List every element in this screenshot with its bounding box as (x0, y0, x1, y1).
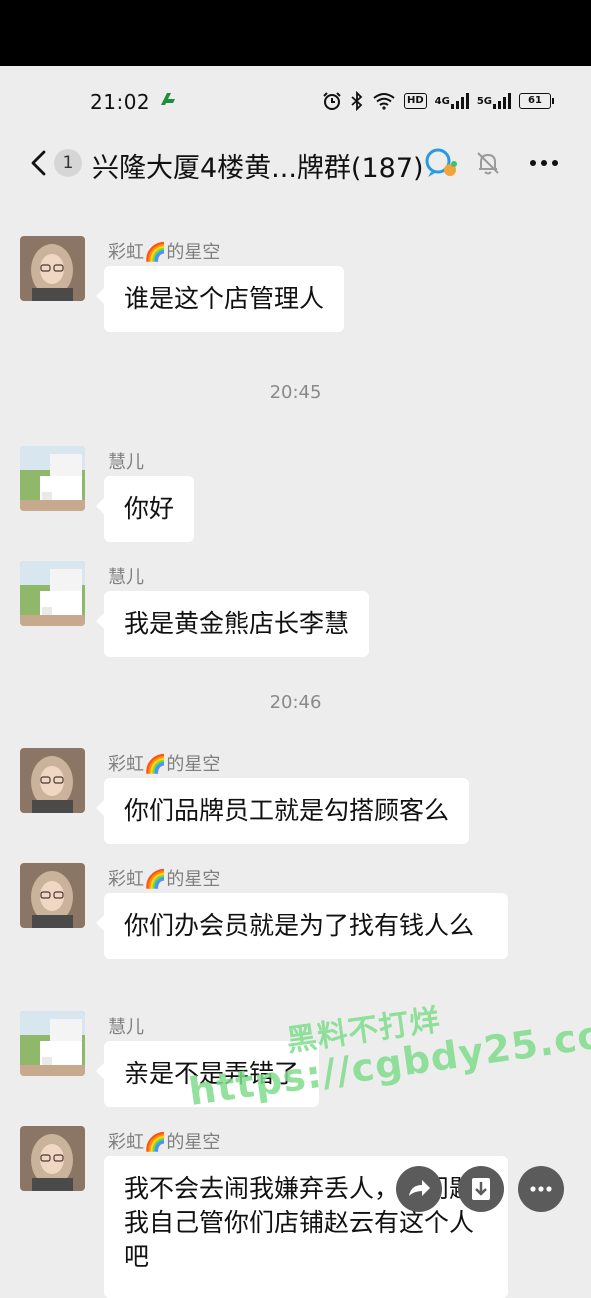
download-icon (472, 1178, 490, 1200)
message-text: 我是黄金熊店长李慧 (124, 609, 350, 638)
avatar[interactable] (20, 1011, 85, 1076)
message-bubble[interactable]: 我不会去闹我嫌弃丢人，老问题我自己管你们店铺赵云有这个人吧 (104, 1156, 508, 1298)
share-button[interactable] (396, 1166, 442, 1212)
avatar[interactable] (20, 1126, 85, 1191)
message-bubble[interactable]: 你们品牌员工就是勾搭顾客么 (95, 778, 470, 844)
battery-icon: 61 (519, 90, 554, 112)
message-bubble[interactable]: 亲是不是弄错了 (95, 1041, 320, 1107)
share-icon (409, 1180, 430, 1196)
avatar[interactable] (20, 748, 85, 813)
download-button[interactable] (458, 1166, 504, 1212)
sender-name: 彩虹🌈的星空 (108, 1132, 221, 1153)
status-time: 21:02 (90, 90, 151, 114)
top-black-bar (0, 0, 591, 66)
bluetooth-icon (350, 90, 364, 112)
hd-badge: HD (403, 93, 427, 109)
network-4g-label: 4G (434, 95, 450, 107)
signal-4g-icon: 4G (435, 90, 469, 112)
more-actions-button[interactable] (518, 1166, 564, 1212)
message-text: 你们办会员就是为了找有钱人么 (124, 911, 475, 940)
avatar[interactable] (20, 236, 85, 301)
alarm-icon (322, 90, 342, 112)
sender-name: 慧儿 (108, 452, 144, 473)
message-bubble[interactable]: 你们办会员就是为了找有钱人么 (96, 893, 508, 959)
status-bar: 21:02 HD 4G 5G 61 (0, 66, 591, 138)
message-text: 你们品牌员工就是勾搭顾客么 (124, 796, 450, 825)
message-bubble[interactable]: 你好 (95, 476, 195, 542)
chat-header: 1 兴隆大厦4楼黄...牌群(187) (0, 138, 591, 190)
back-arrow-icon[interactable] (26, 148, 56, 178)
more-options-icon[interactable] (528, 150, 560, 176)
message-bubble[interactable]: 我是黄金熊店长李慧 (95, 591, 370, 657)
chat-timestamp: 20:46 (269, 692, 322, 713)
sender-name: 慧儿 (108, 1017, 144, 1038)
message-text: 亲是不是弄错了 (124, 1059, 300, 1088)
signal-5g-icon: 5G (477, 90, 511, 112)
channel-icon[interactable] (422, 146, 460, 180)
message-text: 谁是这个店管理人 (124, 284, 325, 313)
wifi-icon (372, 90, 396, 112)
chat-title[interactable]: 兴隆大厦4楼黄...牌群(187) (92, 146, 424, 185)
more-dots-icon (530, 1186, 552, 1192)
battery-level: 61 (519, 93, 554, 109)
chat-list[interactable]: 彩虹🌈的星空 谁是这个店管理人 20:45 慧儿 你好 慧儿 我是黄金熊店长李慧… (0, 196, 591, 1298)
sender-name: 彩虹🌈的星空 (108, 754, 221, 775)
unread-count-badge[interactable]: 1 (54, 149, 82, 177)
avatar[interactable] (20, 446, 85, 511)
sender-name: 慧儿 (108, 567, 144, 588)
avatar[interactable] (20, 863, 85, 928)
message-bubble[interactable]: 谁是这个店管理人 (95, 266, 345, 332)
message-text: 你好 (124, 494, 175, 523)
mute-bell-icon (474, 149, 502, 177)
carrier-icon (158, 90, 180, 115)
sender-name: 彩虹🌈的星空 (108, 242, 221, 263)
network-5g-label: 5G (476, 95, 492, 107)
chat-timestamp: 20:45 (269, 382, 322, 403)
avatar[interactable] (20, 561, 85, 626)
sender-name: 彩虹🌈的星空 (108, 869, 221, 890)
